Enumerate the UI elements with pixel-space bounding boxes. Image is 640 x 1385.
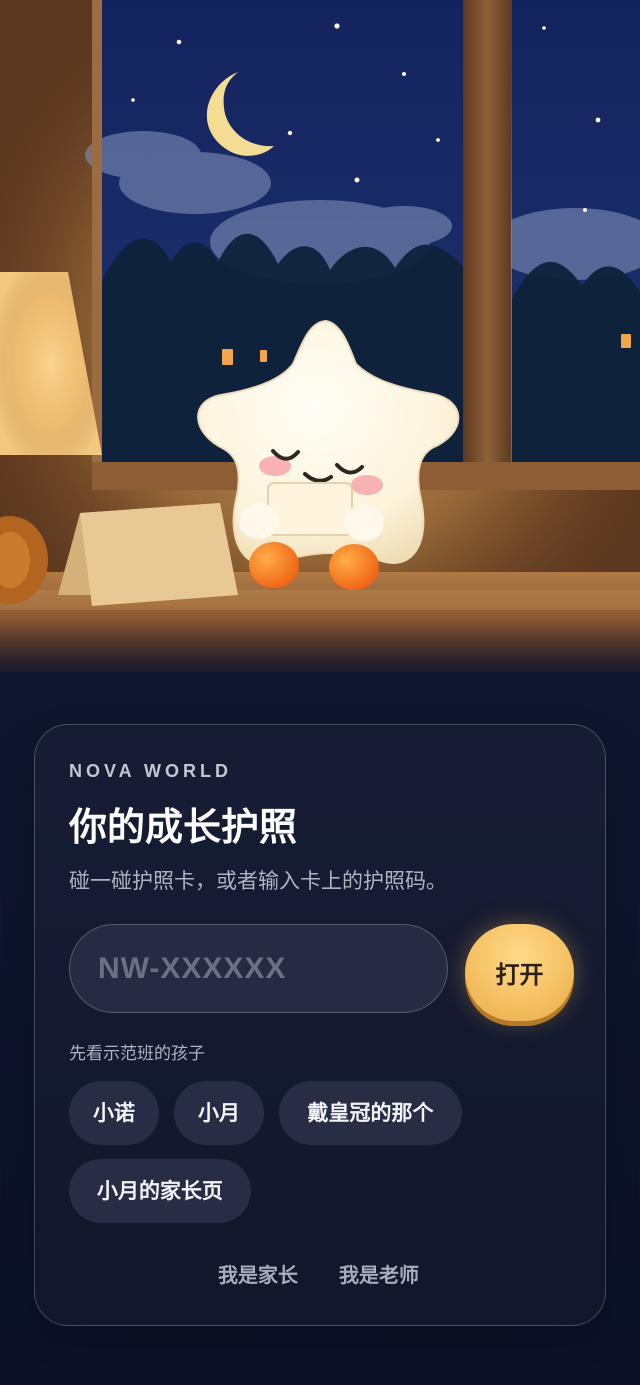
demo-child-chip-xiaonuo[interactable]: 小诺 — [69, 1081, 159, 1145]
hero-fade — [0, 618, 640, 672]
page: NOVA WORLD 你的成长护照 碰一碰护照卡，或者输入卡上的护照码。 打开 … — [0, 0, 640, 1385]
teacher-link[interactable]: 我是老师 — [339, 1262, 419, 1288]
page-title: 你的成长护照 — [69, 805, 298, 849]
demo-child-chip-xiaoyue[interactable]: 小月 — [174, 1081, 264, 1145]
passport-code-input[interactable] — [69, 924, 448, 1013]
brand-label: NOVA WORLD — [69, 761, 232, 781]
parent-link[interactable]: 我是家长 — [218, 1262, 298, 1288]
demo-parent-chip-xiaoyue[interactable]: 小月的家长页 — [69, 1159, 251, 1223]
hero-illustration — [0, 0, 640, 672]
demo-child-chip-crowned[interactable]: 戴皇冠的那个 — [279, 1081, 462, 1145]
page-subtitle: 碰一碰护照卡，或者输入卡上的护照码。 — [69, 869, 447, 893]
passport-card: NOVA WORLD 你的成长护照 碰一碰护照卡，或者输入卡上的护照码。 打开 … — [34, 724, 606, 1326]
open-button[interactable]: 打开 — [465, 924, 574, 1021]
demo-section-label: 先看示范班的孩子 — [69, 1044, 205, 1064]
